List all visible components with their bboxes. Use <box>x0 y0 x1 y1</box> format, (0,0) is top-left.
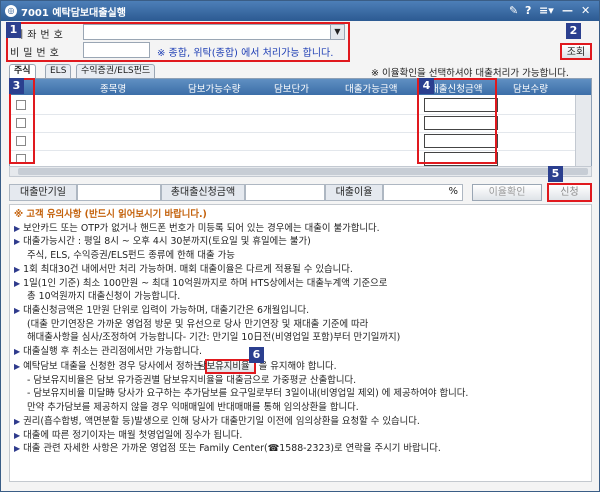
notice-text: 해대출사항을 심사/조정하여 가능합니다- 기간: 만기일 10日전(비영업일 … <box>27 332 401 344</box>
notice-text: 1일(1인 기준) 최소 100만원 ~ 최대 10억원까지로 하며 HTS상에… <box>23 277 388 289</box>
notice-line: ▶ 보안카드 또는 OTP가 없거나 핸드폰 번호가 미등록 되어 있는 경우에는… <box>14 222 587 236</box>
notice-line: 주식, ELS, 수익증권/ELS펀드 종류에 한해 대출 가능 <box>14 249 587 263</box>
annotation-1: 1 <box>6 22 21 38</box>
notice-line: 해대출사항을 심사/조정하여 가능합니다- 기간: 만기일 10日전(비영업일 … <box>14 331 587 345</box>
notice-line: ▶ 1회 최대30건 내에서만 처리 가능하며. 매회 대출이율은 다르게 적용될… <box>14 263 587 277</box>
col-available-qty: 담보가능수량 <box>188 84 241 95</box>
notice-text: 대출 관련 자세한 사항은 가까운 영업점 또는 Family Center(☎… <box>23 443 441 455</box>
minimize-icon[interactable]: — <box>562 4 573 17</box>
notice-text: 보안카드 또는 OTP가 없거나 핸드폰 번호가 미등록 되어 있는 경우에는 … <box>23 222 380 234</box>
rate-label: 대출이율 <box>325 184 383 201</box>
notice-line: 만약 추가담보를 제공하지 않을 경우 익매매일에 반대매매를 통해 임의상환을… <box>14 401 587 415</box>
col-name: 종목명 <box>100 84 127 95</box>
maturity-label: 대출만기일 <box>9 184 77 201</box>
tab-fund[interactable]: 수익증권/ELS펀드 <box>76 64 156 78</box>
horizontal-scrollbar[interactable] <box>9 166 592 177</box>
notice-line: ▶ 1일(1인 기준) 최소 100만원 ~ 최대 10억원까지로 하며 HTS상… <box>14 277 587 291</box>
collateral-grid: 종목명 담보가능수량 담보단가 대출가능금액 대출신청금액 담보수량 <box>9 78 592 176</box>
maturity-value <box>77 184 161 201</box>
notice-text: 1회 최대30건 내에서만 처리 가능하며. 매회 대출이율은 다르게 적용될 … <box>23 263 353 275</box>
bullet-icon: ▶ <box>14 361 21 371</box>
tab-note: ※ 이율확인을 선택하셔야 대출처리가 가능합니다. <box>371 68 569 79</box>
notice-lines: ▶ 보안카드 또는 OTP가 없거나 핸드폰 번호가 미등록 되어 있는 경우에는… <box>14 222 587 359</box>
notice-text: 권리(흡수합병, 액면분할 등)발생으로 인해 당사가 대출만기일 이전에 임의… <box>23 415 420 427</box>
query-button[interactable]: 조회 <box>560 43 592 60</box>
bullet-icon: ▶ <box>14 237 21 247</box>
notice-title: ※ 고객 유의사항 (반드시 읽어보시기 바랍니다.) <box>14 209 207 220</box>
notice-line: ▶ 대출 관련 자세한 사항은 가까운 영업점 또는 Family Center(… <box>14 442 587 456</box>
rate-check-button[interactable]: 이율확인 <box>472 184 542 201</box>
notice-line: - 담보유지비율 미달時 당사가 요구하는 추가담보를 요구일로부터 3일이내(… <box>14 387 587 401</box>
close-icon[interactable]: ✕ <box>581 4 590 17</box>
rate-unit: % <box>448 186 458 197</box>
app-logo-icon: ◎ <box>5 5 17 17</box>
notice-text: (대출 만기연장은 가까운 영업점 방문 및 유선으로 당사 만기연장 및 재대… <box>27 318 369 330</box>
annotation-4: 4 <box>419 78 434 94</box>
notice-text: 주식, ELS, 수익증권/ELS펀드 종류에 한해 대출 가능 <box>27 250 235 262</box>
apply-button[interactable]: 신청 <box>547 183 592 202</box>
notice-line: ▶ 대출실행 후 취소는 관리점에서만 가능합니다. <box>14 345 587 359</box>
rate-value: % <box>383 184 463 201</box>
bullet-icon: ▶ <box>14 223 21 233</box>
tab-els[interactable]: ELS <box>45 64 72 78</box>
notice-line: 총 10억원까지 대출신청이 가능합니다. <box>14 290 587 304</box>
col-unit-price: 담보단가 <box>274 84 309 95</box>
menu-icon[interactable]: ≡▾ <box>539 4 554 17</box>
window-title: 7001 예탁담보대출실행 <box>21 8 126 19</box>
notice-text: 대출에 따른 정기이자는 매월 첫영업일에 징수가 됩니다. <box>23 429 243 441</box>
notice-line: ▶ 대출에 따른 정기이자는 매월 첫영업일에 징수가 됩니다. <box>14 429 587 443</box>
bullet-icon: ▶ <box>14 416 21 426</box>
total-amount-label: 총대출신청금액 <box>161 184 245 201</box>
notice-line: (대출 만기연장은 가까운 영업점 방문 및 유선으로 당사 만기연장 및 재대… <box>14 318 587 332</box>
total-amount-value <box>245 184 325 201</box>
notice-text: 총 10억원까지 대출신청이 가능합니다. <box>27 291 181 303</box>
notice-text: - 담보유지비율은 담보 유가증권별 담보유지비율을 대출금으로 가중평균 산출… <box>27 374 357 386</box>
pin-icon[interactable]: ✎ <box>509 4 518 17</box>
notice-line: ▶ 대출신청금액은 1만원 단위로 입력이 가능하며, 대출기간은 6개월입니다. <box>14 304 587 318</box>
notice-line: - 담보유지비율은 담보 유가증권별 담보유지비율을 대출금으로 가중평균 산출… <box>14 374 587 388</box>
title-bar: ◎ 7001 예탁담보대출실행 ✎ ? ≡▾ — ✕ <box>1 1 599 21</box>
bullet-icon: ▶ <box>14 430 21 440</box>
notice-text: 만약 추가담보를 제공하지 않을 경우 익매매일에 반대매매를 통해 임의상환을… <box>27 402 359 414</box>
collateral-suffix: 을 유지해야 합니다. <box>258 360 337 372</box>
customer-notice: ※ 고객 유의사항 (반드시 읽어보시기 바랍니다.) ▶ 보안카드 또는 OTP… <box>9 204 592 482</box>
notice-text: 대출가능시간 : 평일 8시 ~ 오후 4시 30분까지(토요일 및 휴일에는 … <box>23 236 311 248</box>
bullet-icon: ▶ <box>14 347 21 357</box>
grid-header: 종목명 담보가능수량 담보단가 대출가능금액 대출신청금액 담보수량 <box>10 79 591 95</box>
annotation-3: 3 <box>9 78 24 94</box>
notice-line: ▶ 권리(흡수합병, 액면분할 등)발생으로 인해 당사가 대출만기일 이전에 임… <box>14 415 587 429</box>
notice-line: ▶ 대출가능시간 : 평일 8시 ~ 오후 4시 30분까지(토요일 및 휴일에는… <box>14 235 587 249</box>
col-available-amount: 대출가능금액 <box>345 84 398 95</box>
collateral-line: ▶ 예탁담보 대출을 신청한 경우 당사에서 정하는 담보유지비율 을 유지해야 … <box>14 358 587 374</box>
annotation-2: 2 <box>566 23 581 39</box>
help-icon[interactable]: ? <box>525 4 531 17</box>
loan-window: ◎ 7001 예탁담보대출실행 ✎ ? ≡▾ — ✕ 1 계좌번호 ▼ 비밀번호… <box>0 0 600 492</box>
notice-lines-2: - 담보유지비율은 담보 유가증권별 담보유지비율을 대출금으로 가중평균 산출… <box>14 374 587 456</box>
scroll-thumb[interactable] <box>18 168 588 175</box>
annotation-6: 6 <box>249 347 264 363</box>
notice-text: 대출실행 후 취소는 관리점에서만 가능합니다. <box>23 346 202 358</box>
bullet-icon: ▶ <box>14 444 21 454</box>
bullet-icon: ▶ <box>14 278 21 288</box>
notice-text: - 담보유지비율 미달時 당사가 요구하는 추가담보를 요구일로부터 3일이내(… <box>27 388 469 400</box>
bullet-icon: ▶ <box>14 305 21 315</box>
collateral-prefix: 예탁담보 대출을 신청한 경우 당사에서 정하는 <box>23 360 202 372</box>
bullet-icon: ▶ <box>14 264 21 274</box>
notice-text: 대출신청금액은 1만원 단위로 입력이 가능하며, 대출기간은 6개월입니다. <box>23 304 310 316</box>
annotation-5: 5 <box>548 166 563 182</box>
annotation-box-1 <box>6 22 350 62</box>
tab-stock[interactable]: 주식 <box>9 64 36 78</box>
col-collateral-qty: 담보수량 <box>513 84 548 95</box>
vertical-scrollbar[interactable] <box>575 95 591 175</box>
